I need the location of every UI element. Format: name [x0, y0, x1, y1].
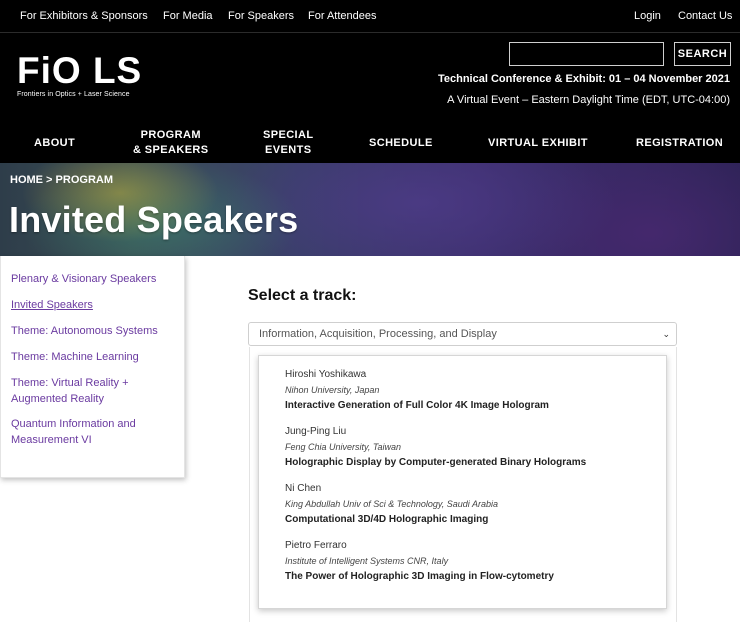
speaker-card: Jung-Ping Liu Feng Chia University, Taiw…	[285, 425, 586, 469]
search-input[interactable]	[509, 42, 664, 66]
speaker-talk-title: Interactive Generation of Full Color 4K …	[285, 400, 549, 411]
topbar-link-exhibitors[interactable]: For Exhibitors & Sponsors	[20, 10, 148, 22]
sidebar-item-autonomous-systems[interactable]: Theme: Autonomous Systems	[11, 324, 171, 340]
speaker-talk-title: Holographic Display by Computer-generate…	[285, 457, 587, 468]
nav-registration-label: REGISTRATION	[636, 137, 724, 149]
nav-special-label-1: SPECIAL	[263, 129, 314, 141]
speaker-talk-title: The Power of Holographic 3D Imaging in F…	[285, 571, 554, 582]
top-utility-bar: For Exhibitors & Sponsors For Media For …	[0, 0, 740, 33]
track-select-value: Information, Acquisition, Processing, an…	[259, 328, 497, 340]
track-select-heading: Select a track:	[248, 287, 357, 304]
nav-virtual-exhibit[interactable]: VIRTUAL EXHIBIT	[488, 136, 588, 151]
speaker-card: Ni Chen King Abdullah Univ of Sci & Tech…	[285, 482, 498, 526]
main-navigation: ABOUT PROGRAM & SPEAKERS SPECIAL EVENTS …	[0, 118, 740, 163]
chevron-down-icon: ⌄	[662, 329, 670, 339]
page-title: Invited Speakers	[9, 199, 299, 240]
speaker-affiliation: Feng Chia University, Taiwan	[285, 442, 402, 452]
site-logo[interactable]: FiO LS Frontiers in Optics + Laser Scien…	[17, 52, 142, 98]
nav-virtual-exhibit-label: VIRTUAL EXHIBIT	[488, 137, 588, 149]
track-select-dropdown[interactable]: Information, Acquisition, Processing, an…	[248, 322, 677, 346]
sidebar: Plenary & Visionary Speakers Invited Spe…	[0, 256, 185, 478]
topbar-link-media[interactable]: For Media	[163, 10, 213, 22]
sidebar-item-invited-speakers[interactable]: Invited Speakers	[11, 298, 171, 314]
speaker-talk-title: Computational 3D/4D Holographic Imaging	[285, 514, 489, 525]
speaker-name: Pietro Ferraro	[285, 540, 347, 551]
hero-banner: HOME > PROGRAM Invited Speakers	[0, 163, 740, 256]
sidebar-item-virtual-augmented-reality[interactable]: Theme: Virtual Reality + Augmented Reali…	[11, 376, 136, 407]
nav-about[interactable]: ABOUT	[34, 136, 75, 151]
event-dates: Technical Conference & Exhibit: 01 – 04 …	[437, 73, 730, 85]
breadcrumb: HOME > PROGRAM	[10, 174, 113, 186]
event-timezone: A Virtual Event – Eastern Daylight Time …	[447, 94, 730, 106]
speaker-card: Pietro Ferraro Institute of Intelligent …	[285, 539, 554, 583]
breadcrumb-home[interactable]: HOME	[10, 174, 43, 186]
sidebar-item-plenary-visionary[interactable]: Plenary & Visionary Speakers	[11, 272, 171, 288]
nav-program-label-2: & SPEAKERS	[133, 144, 209, 156]
logo-wordmark: FiO LS	[17, 50, 143, 91]
nav-special-events[interactable]: SPECIAL EVENTS	[263, 128, 313, 158]
nav-program-speakers[interactable]: PROGRAM & SPEAKERS	[133, 128, 209, 158]
breadcrumb-program[interactable]: PROGRAM	[56, 174, 113, 186]
breadcrumb-separator: >	[43, 174, 56, 186]
sidebar-item-machine-learning[interactable]: Theme: Machine Learning	[11, 350, 171, 366]
topbar-link-attendees[interactable]: For Attendees	[308, 10, 377, 22]
nav-schedule[interactable]: SCHEDULE	[369, 136, 433, 151]
login-link[interactable]: Login	[634, 10, 661, 22]
search-button[interactable]: SEARCH	[674, 42, 731, 66]
topbar-link-speakers[interactable]: For Speakers	[228, 10, 294, 22]
nav-program-label-1: PROGRAM	[140, 129, 201, 141]
speaker-affiliation: King Abdullah Univ of Sci & Technology, …	[285, 499, 498, 509]
nav-registration[interactable]: REGISTRATION	[636, 136, 723, 151]
speaker-card: Hiroshi Yoshikawa Nihon University, Japa…	[285, 368, 549, 412]
nav-about-label: ABOUT	[34, 137, 76, 149]
speaker-name: Ni Chen	[285, 483, 322, 494]
site-header: FiO LS Frontiers in Optics + Laser Scien…	[0, 33, 740, 118]
nav-special-label-2: EVENTS	[265, 144, 312, 156]
speaker-affiliation: Nihon University, Japan	[285, 385, 380, 395]
speaker-name: Hiroshi Yoshikawa	[285, 369, 367, 380]
nav-schedule-label: SCHEDULE	[369, 137, 433, 149]
logo-tagline: Frontiers in Optics + Laser Science	[17, 91, 130, 98]
speaker-affiliation: Institute of Intelligent Systems CNR, It…	[285, 556, 449, 566]
speaker-name: Jung-Ping Liu	[285, 426, 347, 437]
sidebar-item-quantum-information[interactable]: Quantum Information and Measurement VI	[11, 417, 151, 448]
contact-us-link[interactable]: Contact Us	[678, 10, 732, 22]
speakers-list: Hiroshi Yoshikawa Nihon University, Japa…	[258, 355, 667, 609]
